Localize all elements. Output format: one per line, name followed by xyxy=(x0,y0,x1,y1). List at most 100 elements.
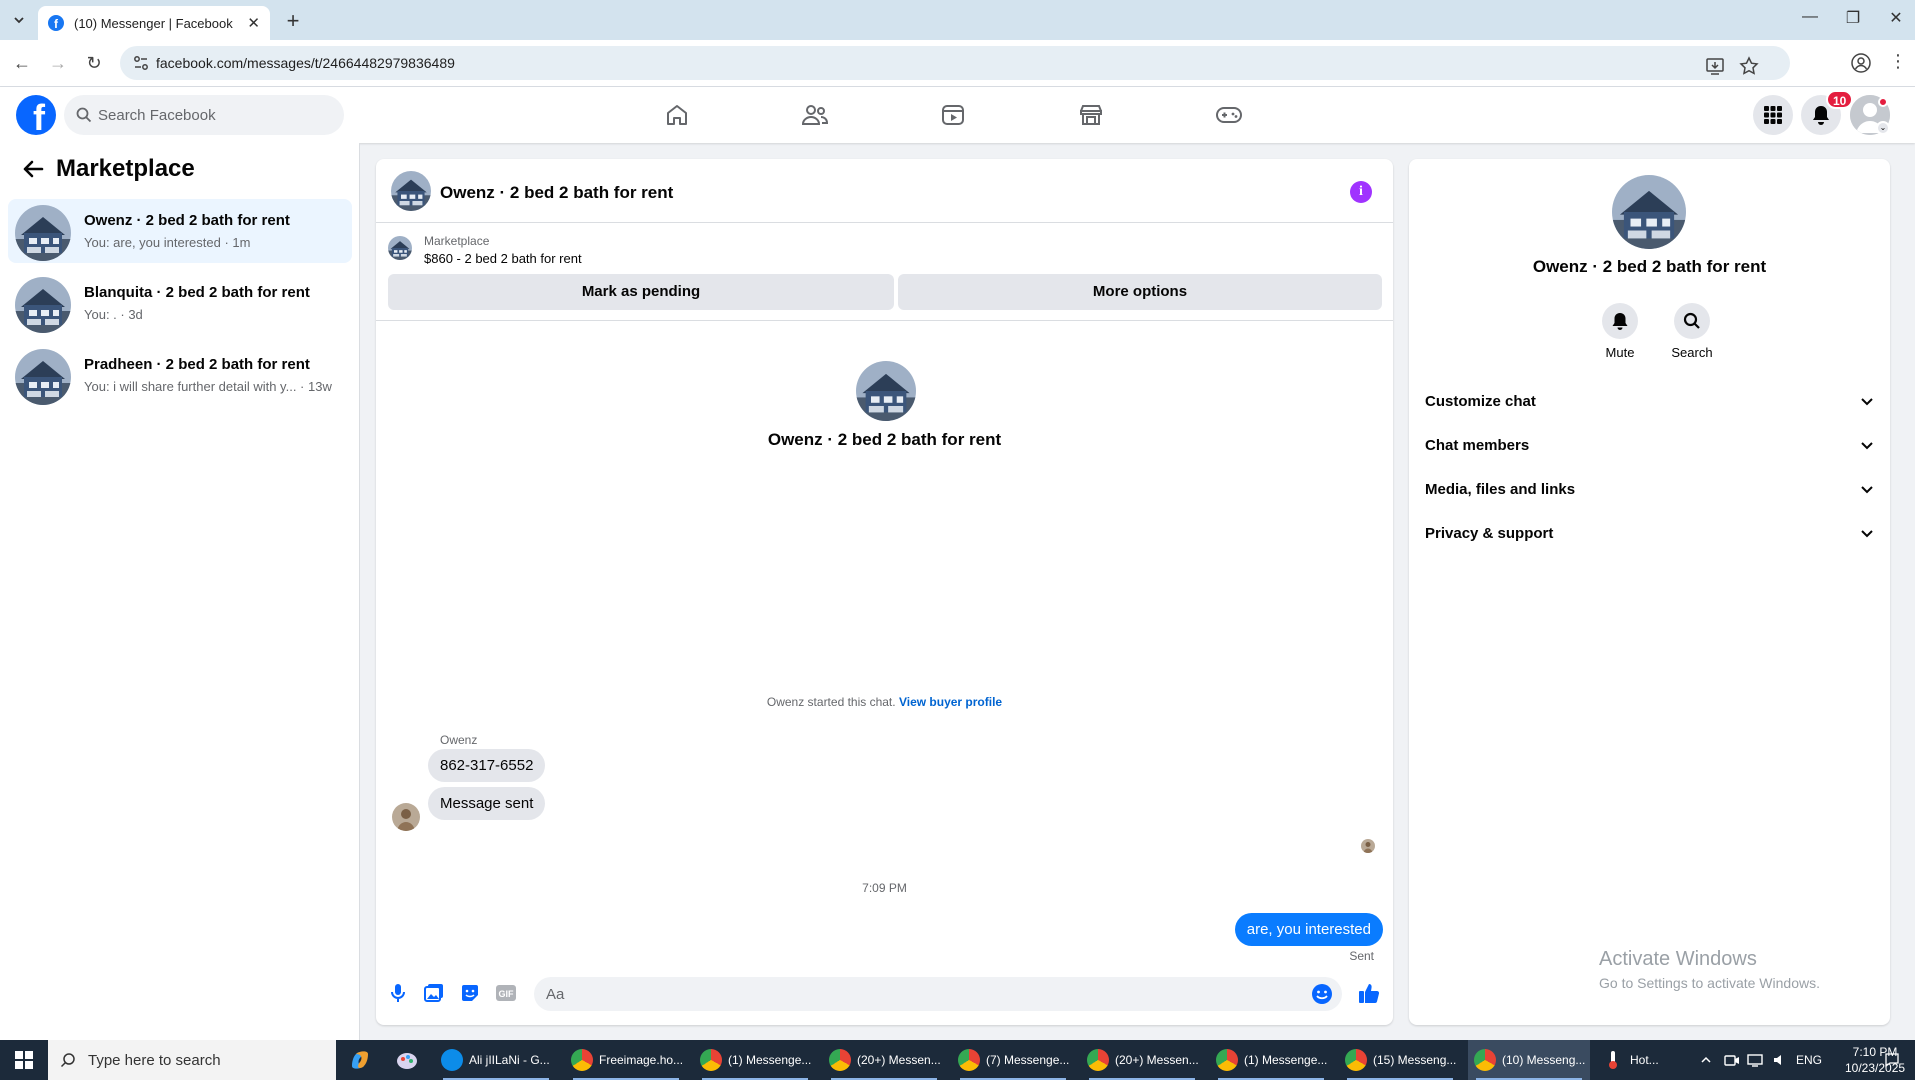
sidebar-title: Marketplace xyxy=(56,155,195,182)
taskbar-app-chrome[interactable]: (1) Messenge... xyxy=(1210,1040,1332,1080)
paint-taskbar-icon[interactable] xyxy=(395,1040,419,1080)
message-composer[interactable] xyxy=(534,977,1342,1011)
conversation-item-pradheen[interactable]: Pradheen · 2 bed 2 bath for rent You: i … xyxy=(8,343,352,407)
microphone-icon[interactable] xyxy=(386,981,410,1005)
message-input[interactable] xyxy=(546,977,1306,1011)
search-label: Search xyxy=(1671,345,1713,360)
video-nav-icon[interactable] xyxy=(897,95,1009,135)
copilot-taskbar-icon[interactable] xyxy=(348,1040,372,1080)
site-info-icon[interactable] xyxy=(132,54,150,72)
show-hidden-icons[interactable] xyxy=(1700,1040,1712,1080)
more-options-button[interactable]: More options xyxy=(898,274,1382,310)
outgoing-message[interactable]: are, you interested xyxy=(1234,913,1383,946)
section-label: Chat members xyxy=(1425,436,1530,454)
incoming-message[interactable]: 862-317-6552 xyxy=(428,749,546,782)
sticker-icon[interactable] xyxy=(458,981,482,1005)
restore-icon[interactable]: ❐ xyxy=(1838,8,1868,28)
install-app-icon[interactable] xyxy=(1704,55,1726,77)
menu-grid-icon[interactable] xyxy=(1753,95,1793,135)
volume-icon[interactable] xyxy=(1773,1040,1787,1080)
chat-avatar[interactable] xyxy=(391,171,431,211)
intro-avatar xyxy=(856,361,916,421)
search-conversation-button[interactable]: Search xyxy=(1662,303,1722,360)
taskbar-app-chrome[interactable]: (15) Messeng... xyxy=(1339,1040,1461,1080)
minimize-icon[interactable]: — xyxy=(1795,8,1825,26)
home-nav-icon[interactable] xyxy=(621,95,733,135)
bookmark-star-icon[interactable] xyxy=(1738,55,1760,77)
notification-center-icon[interactable] xyxy=(1884,1040,1900,1080)
chrome-icon xyxy=(829,1049,851,1071)
listing-thumbnail[interactable] xyxy=(388,236,412,260)
taskbar-app-chrome[interactable]: (7) Messenge... xyxy=(952,1040,1074,1080)
like-thumbs-up-icon[interactable] xyxy=(1357,981,1381,1005)
message-status: Sent xyxy=(1349,949,1374,963)
chrome-icon xyxy=(571,1049,593,1071)
media-files-links-section[interactable]: Media, files and links xyxy=(1425,471,1874,507)
marketplace-nav-icon[interactable] xyxy=(1035,95,1147,135)
meet-now-icon[interactable] xyxy=(1724,1040,1740,1080)
taskbar-app-chrome[interactable]: Freeimage.ho... xyxy=(565,1040,687,1080)
friends-nav-icon[interactable] xyxy=(759,95,871,135)
photo-attach-icon[interactable] xyxy=(422,981,446,1005)
gif-icon[interactable]: GIF xyxy=(494,981,518,1005)
chat-panel: Owenz · 2 bed 2 bath for rent i Marketpl… xyxy=(376,159,1393,1025)
forward-icon[interactable]: → xyxy=(46,51,70,75)
taskbar-app-chrome[interactable]: (20+) Messen... xyxy=(823,1040,945,1080)
browser-menu-icon[interactable]: ⋮ xyxy=(1889,51,1907,72)
details-avatar[interactable] xyxy=(1612,175,1686,249)
facebook-header: f 10 ⌄ xyxy=(0,87,1915,143)
tab-list-chevron-icon[interactable] xyxy=(8,9,30,31)
mark-as-pending-button[interactable]: Mark as pending xyxy=(388,274,894,310)
watermark-title: Activate Windows xyxy=(1599,948,1757,970)
watermark-subtitle: Go to Settings to activate Windows. xyxy=(1599,975,1820,991)
taskbar-app-chrome[interactable]: (20+) Messen... xyxy=(1081,1040,1203,1080)
listing-description[interactable]: $860 - 2 bed 2 bath for rent xyxy=(424,251,582,266)
emoji-icon[interactable] xyxy=(1310,982,1334,1006)
windows-start-icon[interactable] xyxy=(0,1040,48,1080)
profile-icon[interactable] xyxy=(1850,52,1872,74)
close-tab-icon[interactable]: ✕ xyxy=(247,14,260,32)
close-window-icon[interactable]: ✕ xyxy=(1881,8,1911,28)
gaming-nav-icon[interactable] xyxy=(1173,95,1285,135)
incoming-message[interactable]: Message sent xyxy=(428,787,546,820)
taskbar-search[interactable]: Type here to search xyxy=(48,1040,336,1080)
weather-label: Hot... xyxy=(1630,1053,1659,1067)
chat-title[interactable]: Owenz · 2 bed 2 bath for rent xyxy=(440,183,673,203)
conversation-preview: You: i will share further detail with y.… xyxy=(84,379,332,394)
facebook-search-input[interactable] xyxy=(98,95,328,135)
language-indicator[interactable]: ENG xyxy=(1796,1040,1822,1080)
listing-avatar xyxy=(15,349,71,405)
chat-details-panel: Owenz · 2 bed 2 bath for rent Mute Searc… xyxy=(1409,159,1890,1025)
mute-button[interactable]: Mute xyxy=(1590,303,1650,360)
view-buyer-profile-link[interactable]: View buyer profile xyxy=(899,695,1002,709)
facebook-search[interactable] xyxy=(64,95,344,135)
back-arrow-icon[interactable] xyxy=(20,156,46,182)
sender-name: Owenz xyxy=(440,733,478,747)
browser-tab-active[interactable]: f (10) Messenger | Facebook ✕ xyxy=(38,6,270,40)
conversation-item-blanquita[interactable]: Blanquita · 2 bed 2 bath for rent You: .… xyxy=(8,271,352,335)
marketplace-label: Marketplace xyxy=(424,234,490,248)
taskbar-app-chrome-active[interactable]: (10) Messeng... xyxy=(1468,1040,1590,1080)
weather-widget[interactable]: Hot... xyxy=(1606,1040,1659,1080)
back-icon[interactable]: ← xyxy=(10,51,34,75)
chevron-up-icon xyxy=(1701,1056,1711,1063)
url-text: facebook.com/messages/t/2466448297983648… xyxy=(156,55,455,71)
network-icon[interactable] xyxy=(1747,1040,1763,1080)
new-tab-icon[interactable]: + xyxy=(282,8,304,34)
sender-avatar[interactable] xyxy=(392,803,420,831)
info-icon[interactable]: i xyxy=(1350,181,1372,203)
account-chevron-down-icon[interactable]: ⌄ xyxy=(1876,121,1890,135)
taskbar-app-chrome[interactable]: (1) Messenge... xyxy=(694,1040,816,1080)
conversation-preview: You: . · 3d xyxy=(84,307,143,322)
chrome-icon xyxy=(958,1049,980,1071)
address-bar[interactable]: facebook.com/messages/t/2466448297983648… xyxy=(120,46,1790,80)
section-label: Media, files and links xyxy=(1425,480,1576,498)
taskbar-app-edge[interactable]: Ali jIILaNi - G... xyxy=(435,1040,557,1080)
facebook-logo-icon[interactable]: f xyxy=(16,95,56,135)
privacy-support-section[interactable]: Privacy & support xyxy=(1425,515,1874,551)
reload-icon[interactable]: ↻ xyxy=(82,51,106,75)
conversation-item-owenz[interactable]: Owenz · 2 bed 2 bath for rent You: are, … xyxy=(8,199,352,263)
chat-members-section[interactable]: Chat members xyxy=(1425,427,1874,463)
customize-chat-section[interactable]: Customize chat xyxy=(1425,383,1874,419)
chevron-down-icon xyxy=(1861,486,1873,494)
